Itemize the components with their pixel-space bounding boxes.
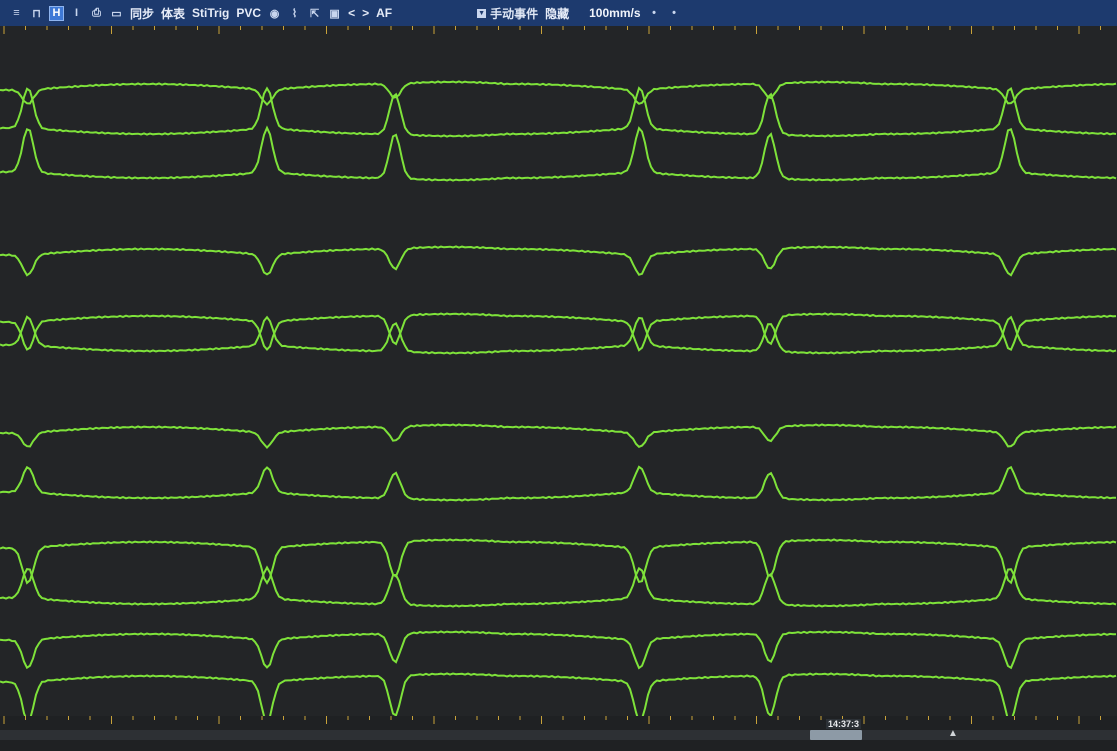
surface-ecg-button[interactable]: 体表 <box>161 5 185 22</box>
ecg-channel-trace <box>0 630 1117 670</box>
ep-recording-screen: ≡ ⊓ H I ⎙ ▭ 同步 体表 StiTrig PVC ◉ ⌇ ⇱ ▣ < … <box>0 0 1117 751</box>
up-arrow-icon[interactable]: ▲ <box>948 728 958 739</box>
globe-icon[interactable]: ◉ <box>268 7 281 20</box>
next-button[interactable]: > <box>362 6 369 20</box>
ecg-channel-trace <box>0 315 1117 355</box>
timestamp-label: 14:37:3 <box>826 719 862 729</box>
signal-icon[interactable]: ⌇ <box>288 7 301 20</box>
ecg-channel-trace <box>0 125 1117 182</box>
event-dropdown-label: 手动事件 <box>490 6 539 21</box>
chevron-down-icon: ▼ <box>477 8 487 18</box>
stitrig-button[interactable]: StiTrig <box>192 6 229 20</box>
menu-icon[interactable]: ≡ <box>10 7 23 20</box>
hide-button[interactable]: 隐藏 <box>545 5 569 22</box>
pulse-icon[interactable]: ⊓ <box>30 7 43 20</box>
prev-button[interactable]: < <box>348 6 355 20</box>
ecg-channel-trace <box>0 538 1117 585</box>
af-button[interactable]: AF <box>376 6 392 20</box>
sweep-speed[interactable]: 100mm/s <box>589 6 640 20</box>
ecg-channel-trace <box>0 245 1117 277</box>
monitor-icon[interactable]: ▭ <box>110 7 123 20</box>
event-dropdown[interactable]: ▼ 手动事件 <box>477 5 538 22</box>
ecg-channel-trace <box>0 80 1117 106</box>
text-cursor-icon[interactable]: I <box>70 7 83 20</box>
export-icon[interactable]: ⇱ <box>308 7 321 20</box>
ecg-trace-area <box>0 80 1117 716</box>
ecg-channel-trace <box>0 312 1117 352</box>
bottom-tick-ruler <box>3 716 1101 724</box>
window-icon[interactable]: ▣ <box>328 7 341 20</box>
ecg-channel-trace <box>0 86 1117 138</box>
timeline-scroll-thumb[interactable] <box>810 730 862 740</box>
ecg-channel-trace <box>0 465 1117 502</box>
top-tick-ruler <box>3 26 1101 34</box>
ecg-channel-trace <box>0 672 1117 716</box>
ecg-channel-trace <box>0 423 1117 449</box>
ecg-channel-trace <box>0 565 1117 608</box>
print-icon[interactable]: ⎙ <box>90 7 103 20</box>
pvc-button[interactable]: PVC <box>236 6 261 20</box>
speed-up-icon[interactable]: • <box>668 7 681 20</box>
caliper-icon[interactable]: H <box>49 5 64 21</box>
sync-button[interactable]: 同步 <box>130 5 154 22</box>
speed-down-icon[interactable]: • <box>648 7 661 20</box>
toolbar: ≡ ⊓ H I ⎙ ▭ 同步 体表 StiTrig PVC ◉ ⌇ ⇱ ▣ < … <box>0 0 1117 26</box>
